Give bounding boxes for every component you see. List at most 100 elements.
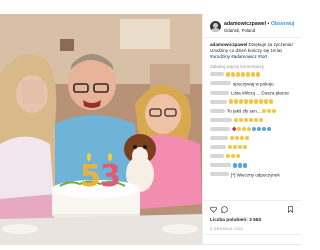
bookmark-icon[interactable] (287, 206, 294, 213)
post-caption: adamowiczpawel Dziękuje za życzenia! Uro… (210, 42, 298, 61)
comment-text: Lista Milczą ... Dusza płacze (231, 90, 289, 96)
crying-emoji-icon (226, 154, 231, 159)
prayer-emoji-icon (233, 163, 238, 168)
crying-emoji-icon (250, 72, 256, 77)
crying-emoji-icon (243, 99, 249, 104)
blurred-commenter-name[interactable] (210, 108, 225, 113)
crying-emoji-icon (243, 117, 249, 123)
comment-row: spoczywaj w pokoju (210, 79, 298, 88)
blurred-commenter-name[interactable] (210, 117, 232, 122)
crying-emoji-icon (230, 154, 236, 159)
crying-emoji-icon (238, 99, 244, 104)
crying-emoji-icon (245, 72, 251, 77)
crying-emoji-icon (232, 144, 238, 150)
crying-emoji-icon (246, 126, 252, 132)
post-date: 3 GRUDNIA 2018 (210, 227, 243, 231)
crying-emoji-icon (226, 72, 231, 77)
add-comment-area (203, 234, 301, 244)
location-link[interactable]: Gdańsk, Poland (224, 28, 255, 33)
comment-row: [*] Wieczny odpoczynek (210, 170, 298, 179)
caption-username[interactable]: adamowiczpawel (210, 42, 247, 47)
comment-text: To jakś zły sen.... (227, 108, 262, 114)
crying-emoji-icon (230, 135, 235, 141)
comment-icon[interactable] (221, 206, 228, 213)
comment-row (210, 133, 298, 142)
comment-text: spoczywaj w pokoju (233, 80, 274, 86)
crying-emoji-icon (258, 117, 264, 123)
crying-emoji-icon (229, 99, 234, 104)
svg-text:3: 3 (100, 159, 121, 194)
crying-emoji-icon (239, 135, 245, 141)
crying-emoji-icon (240, 72, 246, 77)
birthday-photo-illustration: 5 3 (0, 14, 202, 244)
prayer-emoji-icon (242, 163, 248, 168)
crying-emoji-icon (261, 108, 267, 113)
avatar-body (211, 28, 220, 32)
prayer-emoji-icon (261, 126, 267, 132)
comment-row: To jakś zły sen.... (210, 106, 298, 115)
instagram-post-embed: 5 3 adamowiczpawel • Obserwuj Gdańsk, Po… (0, 0, 301, 250)
crying-emoji-icon (242, 144, 248, 150)
comment-row (210, 124, 298, 133)
prayer-emoji-icon (237, 163, 243, 168)
comment-row (210, 115, 298, 124)
crying-emoji-icon (253, 99, 259, 104)
avatar[interactable] (210, 21, 221, 32)
blurred-commenter-name[interactable] (210, 99, 227, 104)
comment-row: Lista Milczą ... Dusza płacze (210, 88, 298, 97)
divider (0, 244, 300, 245)
blurred-commenter-name[interactable] (210, 145, 226, 150)
crying-emoji-icon (248, 117, 254, 123)
crying-emoji-icon (271, 108, 277, 113)
crying-emoji-icon (230, 72, 236, 77)
crying-emoji-icon (237, 144, 243, 150)
crying-emoji-icon (235, 72, 241, 77)
heart-icon[interactable] (210, 206, 217, 213)
comment-row (210, 161, 298, 170)
post-header: adamowiczpawel • Obserwuj Gdańsk, Poland (203, 14, 301, 38)
blurred-commenter-name[interactable] (210, 163, 231, 168)
blurred-commenter-name[interactable] (210, 126, 230, 131)
comment-list: spoczywaj w pokoju Lista Milczą ... Dusza… (210, 70, 298, 179)
blurred-commenter-name[interactable] (210, 154, 224, 159)
separator-dot: • (267, 21, 270, 27)
crying-emoji-icon (248, 99, 254, 104)
heart-emoji-icon (231, 126, 237, 132)
blurred-commenter-name[interactable] (210, 172, 229, 177)
comment-row (210, 70, 298, 79)
crying-emoji-icon (228, 144, 233, 150)
crying-emoji-icon (234, 135, 240, 141)
blurred-commenter-name[interactable] (210, 72, 224, 77)
blurred-commenter-name[interactable] (210, 81, 231, 86)
crying-emoji-icon (238, 117, 244, 123)
crying-emoji-icon (266, 108, 272, 113)
username-link[interactable]: adamowiczpawel (224, 21, 266, 27)
crying-emoji-icon (236, 126, 242, 132)
post-photo[interactable]: 5 3 (0, 14, 202, 244)
crying-emoji-icon (235, 154, 241, 159)
crying-emoji-icon (234, 117, 239, 123)
comment-row (210, 97, 298, 106)
comment-text: [*] Wieczny odpoczynek (231, 171, 280, 177)
post-sidebar: adamowiczpawel • Obserwuj Gdańsk, Poland… (202, 14, 301, 244)
crying-emoji-icon (258, 99, 264, 104)
prayer-emoji-icon (251, 126, 257, 132)
likes-count[interactable]: Liczba polubień: 3 583 (210, 218, 261, 223)
crying-emoji-icon (253, 117, 259, 123)
blurred-commenter-name[interactable] (210, 90, 229, 95)
comment-row (210, 142, 298, 151)
follow-button[interactable]: Obserwuj (271, 21, 295, 27)
caption-hashtags[interactable]: #urodziny #adamowicz #tort (210, 54, 267, 59)
svg-text:5: 5 (80, 159, 101, 194)
crying-emoji-icon (263, 99, 269, 104)
prayer-emoji-icon (256, 126, 262, 132)
blurred-commenter-name[interactable] (210, 136, 228, 141)
comment-row (210, 151, 298, 160)
crying-emoji-icon (233, 99, 239, 104)
username-row: adamowiczpawel • Obserwuj (224, 21, 294, 27)
crying-emoji-icon (255, 72, 261, 77)
action-bar (203, 200, 301, 216)
crying-emoji-icon (268, 99, 274, 104)
crying-emoji-icon (241, 126, 247, 132)
crying-emoji-icon (244, 135, 250, 141)
